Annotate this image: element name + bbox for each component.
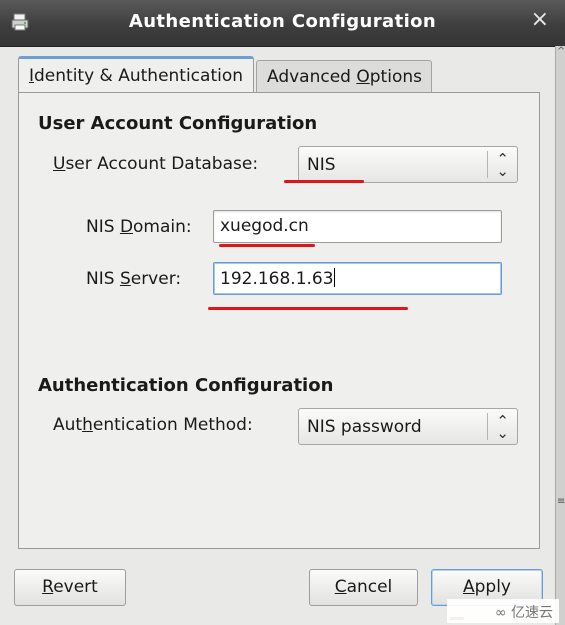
grip-icon: ≡ [557,496,565,507]
text-cursor [333,268,335,287]
nis-domain-input[interactable]: xuegod.cn [213,210,502,243]
divider [487,413,488,440]
red-underline-annotation [284,180,364,183]
cancel-button[interactable]: Cancel [309,569,418,606]
background-window-edge: ^ ≡ [555,46,565,625]
authentication-method-select[interactable]: NIS password ⌃ ⌄ [298,408,518,445]
chevron-updown-icon: ⌃ ⌄ [496,412,509,442]
user-account-database-label: User Account Database: [53,154,259,174]
red-underline-annotation [219,244,315,247]
chevron-updown-icon: ⌃ ⌄ [496,150,509,180]
watermark-logo: ∞ 亿速云 [447,599,559,623]
tab-advanced-options[interactable]: Advanced Options [256,60,432,94]
tab-identity-authentication[interactable]: Identity & Authentication [18,56,254,92]
select-value: NIS [307,155,336,175]
window-title: Authentication Configuration [128,11,437,32]
nis-server-label: NIS Server: [86,269,182,289]
user-account-heading: User Account Configuration [38,113,318,134]
red-underline-annotation [208,307,408,310]
close-icon[interactable]: × [531,9,549,31]
authentication-method-label: Authentication Method: [53,415,253,435]
divider [487,151,488,178]
revert-button[interactable]: Revert [14,569,126,606]
window-titlebar[interactable]: Authentication Configuration × [0,0,565,47]
select-value: NIS password [307,417,422,437]
nis-server-input[interactable]: 192.168.1.63 [213,262,502,295]
scroll-up-icon: ^ [557,46,565,57]
user-account-database-select[interactable]: NIS ⌃ ⌄ [298,146,518,183]
authentication-heading: Authentication Configuration [38,375,334,396]
cloud-logo-icon: ∞ [494,605,507,621]
nis-domain-label: NIS Domain: [86,217,192,237]
